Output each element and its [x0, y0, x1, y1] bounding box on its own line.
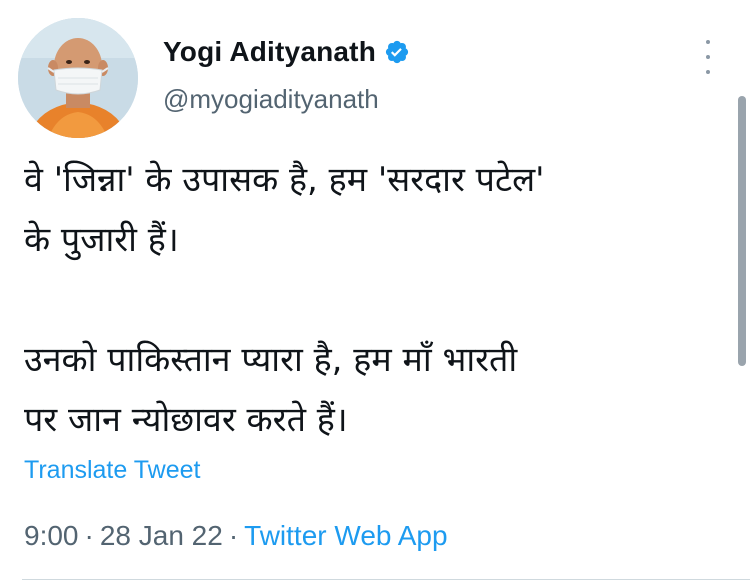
divider [22, 579, 750, 580]
author-handle[interactable]: @myogiadityanath [163, 84, 379, 115]
more-options-icon[interactable] [698, 40, 718, 74]
tweet-source-link[interactable]: Twitter Web App [244, 520, 447, 551]
profile-photo-icon [18, 18, 138, 138]
meta-separator: · [84, 520, 94, 551]
tweet-text: वे 'जिन्ना' के उपासक है, हम 'सरदार पटेल'… [24, 150, 724, 450]
tweet-date[interactable]: 28 Jan 22 [100, 520, 223, 551]
tweet-time[interactable]: 9:00 [24, 520, 79, 551]
verified-badge-icon [384, 39, 410, 65]
tweet-line: वे 'जिन्ना' के उपासक है, हम 'सरदार पटेल' [24, 160, 545, 200]
avatar[interactable] [18, 18, 138, 138]
translate-tweet-link[interactable]: Translate Tweet [24, 456, 200, 485]
author-name-row: Yogi Adityanath [163, 36, 410, 68]
scrollbar[interactable] [738, 96, 746, 366]
tweet-line: पर जान न्योछावर करते हैं। [24, 400, 348, 440]
tweet-line: उनको पाकिस्तान प्यारा है, हम माँ भारती [24, 340, 518, 380]
tweet-line: के पुजारी हैं। [24, 220, 179, 260]
meta-separator: · [228, 520, 239, 551]
tweet-metadata: 9:00 · 28 Jan 22 · Twitter Web App [24, 520, 448, 552]
tweet-card: Yogi Adityanath @myogiadityanath वे 'जिन… [0, 0, 750, 587]
author-display-name[interactable]: Yogi Adityanath [163, 36, 376, 68]
